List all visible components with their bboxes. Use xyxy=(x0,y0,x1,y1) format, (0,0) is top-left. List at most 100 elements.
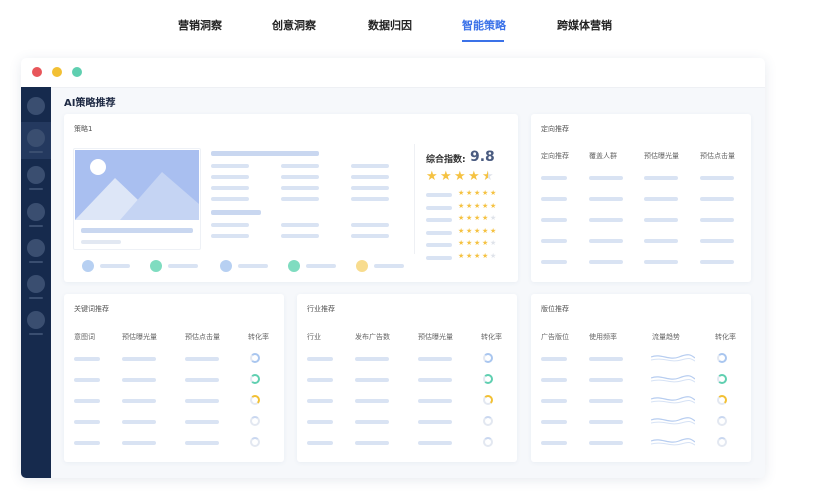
conversion-rate-ring-icon xyxy=(483,353,493,363)
star-icon: ★ xyxy=(474,226,481,235)
star-icon: ★ xyxy=(466,214,473,222)
column-header: 预估曝光量 xyxy=(418,333,453,341)
tab-cross-media-marketing[interactable]: 跨媒体营销 xyxy=(557,17,612,33)
app-window: AI策略推荐 策略1 综合指数: 9.8 ★ ★ ★ ★ ★ ★ ★ ★ ★ ★… xyxy=(21,58,765,478)
sidebar-item-4-icon[interactable] xyxy=(27,203,45,221)
star-icon: ★ xyxy=(482,214,489,222)
conversion-rate-ring-icon xyxy=(250,437,260,447)
traffic-trend-sparkline-icon xyxy=(651,396,695,404)
star-icon: ★ xyxy=(490,226,497,235)
traffic-trend-sparkline-icon xyxy=(651,375,695,383)
conversion-rate-ring-icon xyxy=(717,416,727,426)
table-cell-placeholder xyxy=(644,239,678,243)
sidebar-item-5-icon[interactable] xyxy=(27,239,45,257)
strategy-text-line xyxy=(211,234,249,238)
table-cell-placeholder xyxy=(700,176,734,180)
table-cell-placeholder xyxy=(700,218,734,222)
legend-dot-blue xyxy=(220,260,232,272)
legend-dot-yellow xyxy=(356,260,368,272)
star-icon: ★ xyxy=(474,251,481,260)
table-cell-placeholder xyxy=(355,378,389,382)
column-header: 预估曝光量 xyxy=(122,333,157,341)
minimize-window-button[interactable] xyxy=(52,67,62,77)
star-icon: ★ xyxy=(474,201,481,210)
conversion-rate-ring-icon xyxy=(250,353,260,363)
sidebar-item-4-label xyxy=(29,225,43,227)
conversion-rate-ring-icon xyxy=(483,395,493,405)
sidebar-item-6-icon[interactable] xyxy=(27,275,45,293)
table-cell-placeholder xyxy=(185,357,219,361)
star-icon: ★ xyxy=(458,214,465,222)
conversion-rate-ring-icon xyxy=(717,437,727,447)
table-cell-placeholder xyxy=(589,197,623,201)
strategy-card[interactable]: 策略1 综合指数: 9.8 ★ ★ ★ ★ ★ ★ ★ ★ ★ ★ ★ ★ ★ … xyxy=(64,114,518,282)
legend-dot-blue xyxy=(82,260,94,272)
sidebar-item-2-label xyxy=(29,151,43,153)
star-icon: ★ xyxy=(482,189,489,197)
column-header: 行业 xyxy=(307,333,321,341)
conversion-rate-ring-icon xyxy=(250,395,260,405)
table-cell-placeholder xyxy=(355,420,389,424)
maximize-window-button[interactable] xyxy=(72,67,82,77)
strategy-text-line xyxy=(281,164,319,168)
sidebar-item-7-icon[interactable] xyxy=(27,311,45,329)
rating-label-line xyxy=(426,205,452,210)
column-header: 定向推荐 xyxy=(541,152,569,160)
strategy-text-line xyxy=(281,186,319,190)
table-cell-placeholder xyxy=(589,357,623,361)
table-cell-placeholder xyxy=(589,399,623,403)
strategy-card-title: 策略1 xyxy=(74,125,93,133)
star-icon: ★ xyxy=(474,239,481,247)
table-cell-placeholder xyxy=(700,197,734,201)
close-window-button[interactable] xyxy=(32,67,42,77)
table-cell-placeholder xyxy=(541,441,567,445)
table-cell-placeholder xyxy=(122,441,156,445)
creative-caption-line xyxy=(81,228,193,233)
sidebar-item-6-label xyxy=(29,297,43,299)
star-icon: ★ xyxy=(440,169,452,184)
overall-star-rating: ★ ★ ★ ★ ★ xyxy=(426,170,506,184)
table-cell-placeholder xyxy=(589,176,623,180)
sub-rating-list: ★ ★ ★ ★ ★ ★ ★ ★ ★ ★ ★ ★ ★ ★ ★ ★ ★ ★ ★ ★ ★ ★ ★ ★ ★ ★ ★ ★ ★ ★ xyxy=(426,190,506,266)
table-cell-placeholder xyxy=(74,441,100,445)
sidebar-item-7-label xyxy=(29,333,43,335)
table-cell-placeholder xyxy=(589,420,623,424)
tab-data-attribution[interactable]: 数据归因 xyxy=(368,17,412,33)
targeting-card[interactable]: 定向推荐 定向推荐 覆盖人群 预估曝光量 预估点击量 xyxy=(531,114,751,282)
table-cell-placeholder xyxy=(541,420,567,424)
page-title: AI策略推荐 xyxy=(64,98,116,109)
tab-creative-insight[interactable]: 创意洞察 xyxy=(272,17,316,33)
creative-preview[interactable] xyxy=(73,148,201,250)
table-cell-placeholder xyxy=(589,378,623,382)
targeting-card-title: 定向推荐 xyxy=(541,125,569,133)
table-cell-placeholder xyxy=(644,260,678,264)
image-placeholder-icon xyxy=(75,150,199,220)
tab-marketing-insight[interactable]: 营销洞察 xyxy=(178,17,222,33)
sidebar-item-5-label xyxy=(29,261,43,263)
sidebar-item-3-icon[interactable] xyxy=(27,166,45,184)
table-cell-placeholder xyxy=(418,378,452,382)
window-titlebar xyxy=(21,58,765,88)
column-header: 转化率 xyxy=(481,333,502,341)
star-icon: ★ xyxy=(458,201,465,210)
table-cell-placeholder xyxy=(307,399,333,403)
strategy-text-line xyxy=(351,234,389,238)
table-cell-placeholder xyxy=(644,176,678,180)
traffic-trend-sparkline-icon xyxy=(651,438,695,446)
column-header: 广告版位 xyxy=(541,333,569,341)
strategy-text-line xyxy=(351,223,389,227)
sidebar-item-2-icon[interactable] xyxy=(27,129,45,147)
keyword-card[interactable]: 关键词推荐 意图词 预估曝光量 预估点击量 转化率 xyxy=(64,294,284,462)
conversion-rate-ring-icon xyxy=(483,374,493,384)
conversion-rate-ring-icon xyxy=(717,395,727,405)
table-cell-placeholder xyxy=(589,441,623,445)
column-header: 流量趋势 xyxy=(652,333,680,341)
table-cell-placeholder xyxy=(541,260,567,264)
star-icon: ★ xyxy=(490,214,497,222)
sidebar-item-1-icon[interactable] xyxy=(27,97,45,115)
industry-card[interactable]: 行业推荐 行业 发布广告数 预估曝光量 转化率 xyxy=(297,294,517,462)
placement-card-title: 版位推荐 xyxy=(541,305,569,313)
placement-card[interactable]: 版位推荐 广告版位 使用频率 流量趋势 转化率 xyxy=(531,294,751,462)
star-icon: ★ xyxy=(468,169,480,184)
tab-smart-strategy[interactable]: 智能策略 xyxy=(462,17,506,33)
